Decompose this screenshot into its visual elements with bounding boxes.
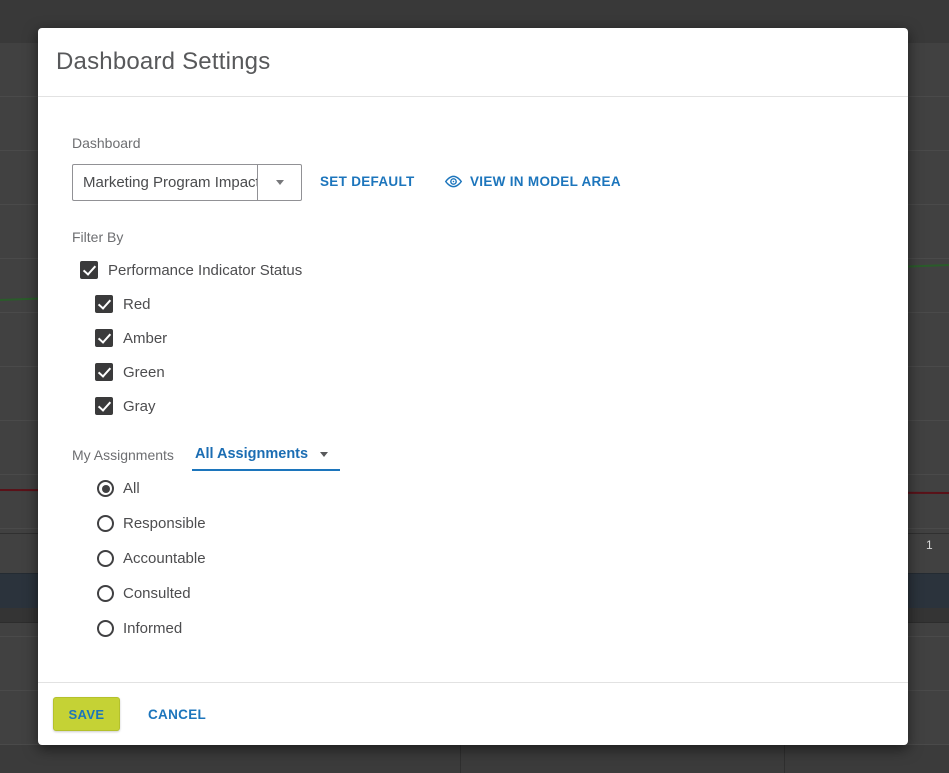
checkbox-checked-icon <box>95 295 113 313</box>
radio-label: Consulted <box>123 585 191 602</box>
checkbox-label: Amber <box>123 330 167 347</box>
radio-unselected-icon <box>97 585 114 602</box>
checkbox-checked-icon <box>80 261 98 279</box>
dashboard-select-value: Marketing Program Impact <box>73 165 257 200</box>
radio-selected-icon <box>97 480 114 497</box>
radio-label: Informed <box>123 620 182 637</box>
background-column-divider <box>784 745 785 773</box>
checkbox-label: Gray <box>123 398 156 415</box>
radio-label: All <box>123 480 140 497</box>
chevron-down-icon <box>320 452 328 457</box>
checkbox-checked-icon <box>95 397 113 415</box>
dialog-header: Dashboard Settings <box>38 28 908 97</box>
radio-unselected-icon <box>97 515 114 532</box>
checkbox-gray[interactable]: Gray <box>95 397 156 415</box>
set-default-button[interactable]: SET DEFAULT <box>320 174 415 189</box>
save-button[interactable]: SAVE <box>53 697 120 731</box>
my-assignments-dropdown-value: All Assignments <box>195 446 308 462</box>
radio-unselected-icon <box>97 550 114 567</box>
checkbox-red[interactable]: Red <box>95 295 151 313</box>
radio-all[interactable]: All <box>97 480 140 497</box>
my-assignments-dropdown[interactable]: All Assignments <box>195 446 328 462</box>
dialog-title: Dashboard Settings <box>56 48 270 76</box>
checkbox-checked-icon <box>95 329 113 347</box>
chevron-down-icon <box>276 180 284 185</box>
checkbox-amber[interactable]: Amber <box>95 329 167 347</box>
checkbox-performance-indicator-status[interactable]: Performance Indicator Status <box>80 261 302 279</box>
filter-by-label: Filter By <box>72 229 123 245</box>
radio-label: Accountable <box>123 550 206 567</box>
checkbox-label: Performance Indicator Status <box>108 262 302 279</box>
cancel-button[interactable]: CANCEL <box>148 707 206 722</box>
checkbox-label: Green <box>123 364 165 381</box>
view-in-model-area-label: VIEW IN MODEL AREA <box>470 174 621 189</box>
radio-informed[interactable]: Informed <box>97 620 182 637</box>
radio-responsible[interactable]: Responsible <box>97 515 206 532</box>
set-default-label: SET DEFAULT <box>320 174 415 189</box>
my-assignments-label: My Assignments <box>72 447 174 463</box>
dialog-footer: SAVE CANCEL <box>38 682 908 745</box>
radio-label: Responsible <box>123 515 206 532</box>
eye-icon <box>444 172 463 191</box>
checkbox-checked-icon <box>95 363 113 381</box>
dashboard-select-arrow-button[interactable] <box>257 165 301 200</box>
my-assignments-dropdown-underline <box>192 469 340 471</box>
checkbox-green[interactable]: Green <box>95 363 165 381</box>
radio-consulted[interactable]: Consulted <box>97 585 191 602</box>
background-column-divider <box>460 745 461 773</box>
radio-accountable[interactable]: Accountable <box>97 550 206 567</box>
radio-unselected-icon <box>97 620 114 637</box>
dashboard-settings-dialog: Dashboard Settings Dashboard Marketing P… <box>38 28 908 745</box>
background-bottom-strip <box>0 745 949 773</box>
dashboard-select[interactable]: Marketing Program Impact <box>72 164 302 201</box>
checkbox-label: Red <box>123 296 151 313</box>
dashboard-label: Dashboard <box>72 135 141 151</box>
view-in-model-area-button[interactable]: VIEW IN MODEL AREA <box>444 172 621 191</box>
background-partial-number: 1 <box>926 538 933 552</box>
